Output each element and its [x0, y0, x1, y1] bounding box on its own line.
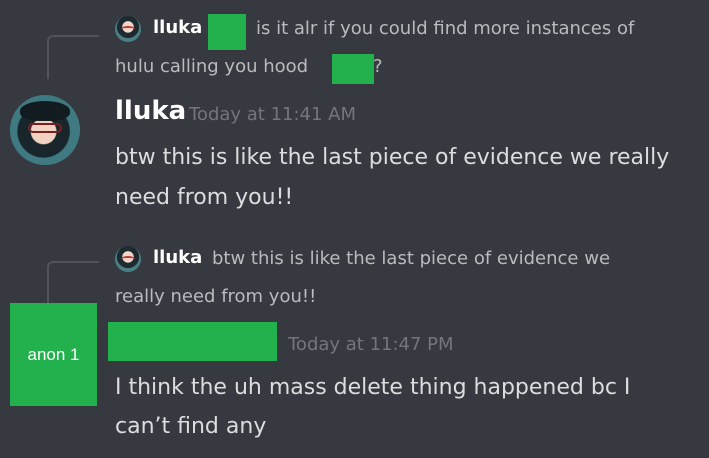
- message-content-line: can’t find any: [115, 414, 267, 439]
- avatar-hair: [20, 101, 70, 121]
- message-author[interactable]: lluka: [115, 96, 186, 126]
- message-timestamp[interactable]: Today at 11:47 PM: [288, 334, 454, 355]
- reply-text-line-2: really need from you!!: [115, 286, 317, 307]
- user-avatar-icon[interactable]: [10, 95, 80, 165]
- reply-author-avatar-icon[interactable]: [115, 16, 141, 42]
- censor-block: [208, 14, 246, 50]
- anon-avatar-label[interactable]: anon 1: [10, 303, 97, 406]
- message-timestamp[interactable]: Today at 11:41 AM: [189, 104, 356, 125]
- reply-text: btw this is like the last piece of evide…: [212, 248, 611, 269]
- message-content-line: btw this is like the last piece of evide…: [115, 145, 670, 170]
- reply-connector: [47, 35, 99, 79]
- avatar-glasses: [28, 123, 62, 133]
- message-content-line: I think the uh mass delete thing happene…: [115, 375, 631, 400]
- reply-author-avatar-icon[interactable]: [115, 246, 141, 272]
- censored-username[interactable]: [108, 322, 277, 361]
- reply-text-end: ?: [373, 56, 383, 77]
- reply-text: is it alr if you could find more instanc…: [256, 18, 635, 39]
- reply-author-name[interactable]: lluka: [153, 17, 202, 38]
- reply-connector: [47, 261, 99, 305]
- censor-block: [332, 54, 374, 84]
- reply-text-line-2: hulu calling you hood: [115, 56, 309, 77]
- message-content-line: need from you!!: [115, 185, 294, 210]
- reply-author-name[interactable]: lluka: [153, 247, 202, 268]
